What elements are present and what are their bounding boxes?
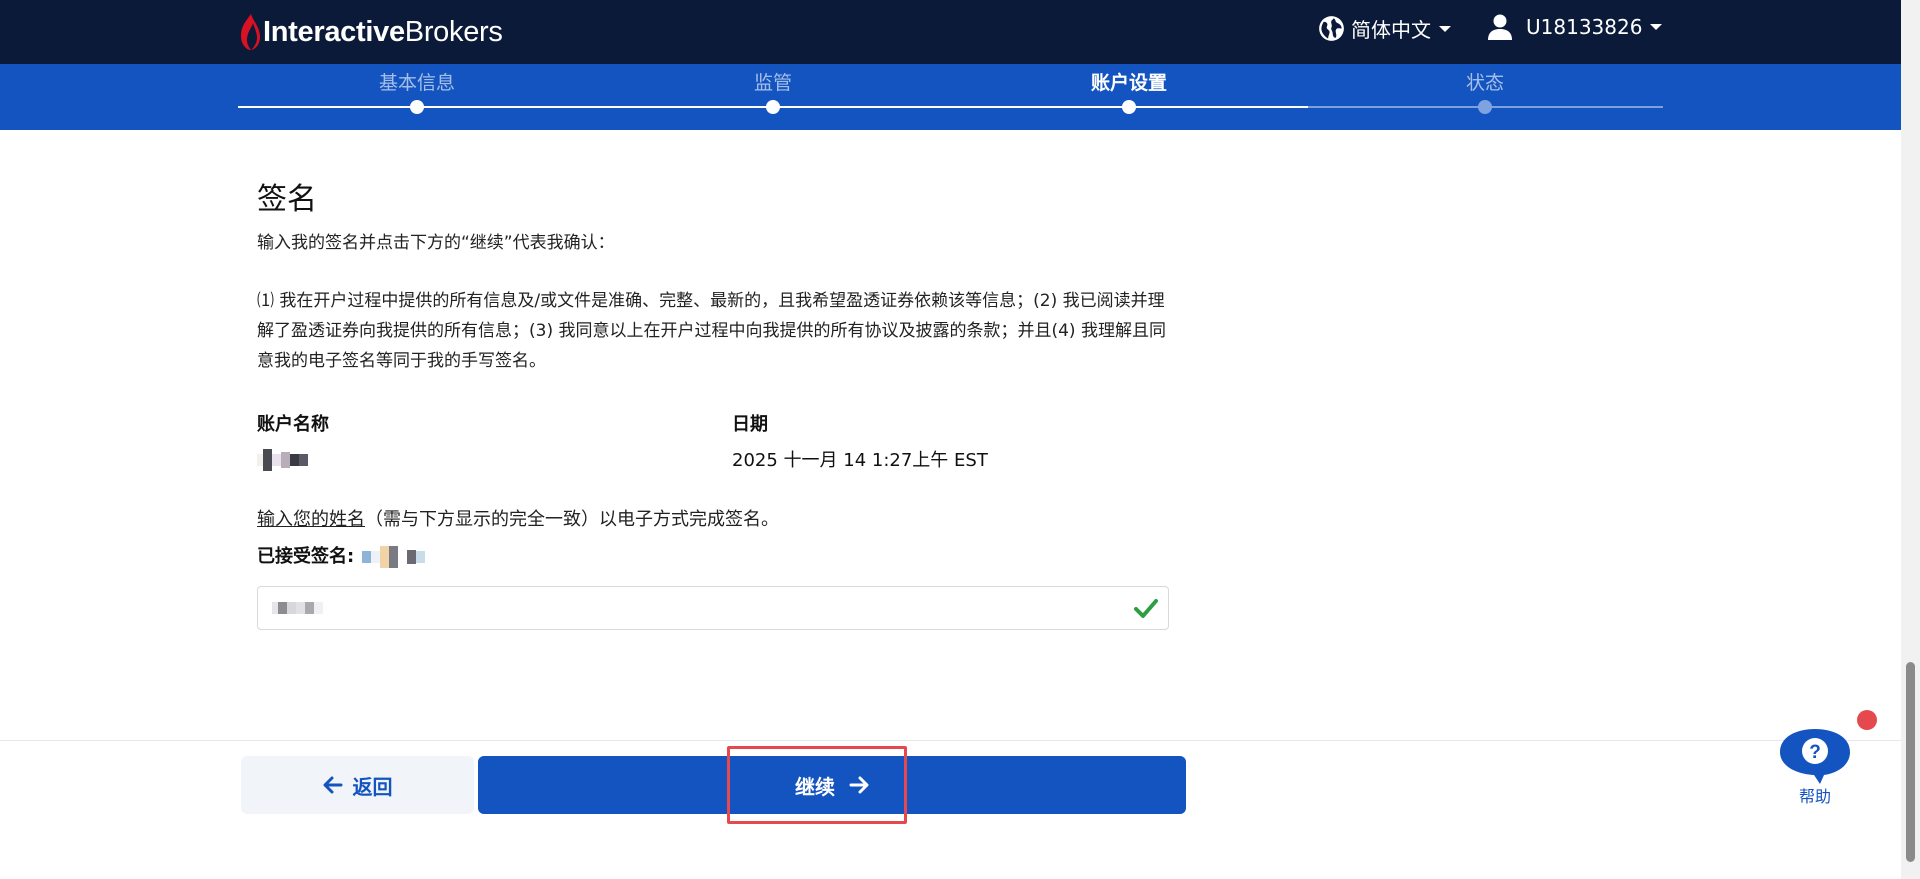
- help-widget[interactable]: ? 帮助: [1778, 727, 1852, 807]
- step-basic-info: 基本信息: [317, 64, 517, 114]
- back-label: 返回: [352, 774, 393, 799]
- chevron-down-icon: [1650, 24, 1663, 30]
- step-label: 账户设置: [1090, 72, 1167, 94]
- top-nav: InteractiveBrokers 简体中文 U18133826: [0, 0, 1901, 64]
- signature-input-value-redacted: [272, 596, 323, 620]
- step-label: 状态: [1465, 72, 1504, 94]
- step-dot: [1122, 100, 1136, 114]
- step-account-setup: 账户设置: [1029, 64, 1229, 114]
- page-title: 签名: [257, 182, 317, 217]
- step-label: 基本信息: [378, 72, 455, 94]
- accepted-signature-label: 已接受签名:: [257, 546, 355, 567]
- help-label: 帮助: [1798, 787, 1831, 806]
- svg-text:?: ?: [1809, 742, 1821, 763]
- logo-text-bold: Interactive: [263, 16, 405, 48]
- language-selector[interactable]: 简体中文: [1318, 14, 1451, 43]
- account-name-redacted: [257, 448, 308, 472]
- ib-logo[interactable]: InteractiveBrokers: [237, 12, 503, 52]
- step-dot: [410, 100, 424, 114]
- account-name-field: 账户名称: [257, 412, 329, 474]
- name-instruction: 输入您的姓名（需与下方显示的完全一致）以电子方式完成签名。: [257, 506, 1169, 534]
- enter-name-link[interactable]: 输入您的姓名: [257, 509, 365, 530]
- date-value: 2025 十一月 14 1:27上午 EST: [732, 450, 988, 471]
- step-status: 状态: [1385, 64, 1585, 114]
- check-icon: [1134, 599, 1158, 618]
- step-dot: [1478, 100, 1492, 114]
- date-field: 日期 2025 十一月 14 1:27上午 EST: [732, 412, 988, 474]
- scrollbar-thumb[interactable]: [1906, 662, 1915, 862]
- footer-divider: [0, 740, 1901, 741]
- arrow-left-icon: [323, 776, 342, 794]
- accepted-signature-redacted: [362, 545, 426, 569]
- date-label: 日期: [732, 414, 768, 435]
- notification-badge: [1857, 710, 1877, 730]
- step-label: 监管: [753, 72, 792, 94]
- continue-label: 继续: [795, 774, 835, 799]
- account-info: 账户名称 日期 2025 十一月 14 1:27上午 EST: [257, 412, 1169, 482]
- continue-button[interactable]: 继续: [478, 756, 1186, 814]
- signature-terms: ⑴ 我在开户过程中提供的所有信息及/或文件是准确、完整、最新的，且我希望盈透证券…: [257, 291, 1166, 371]
- back-button[interactable]: 返回: [241, 756, 474, 814]
- signature-input[interactable]: [257, 586, 1169, 630]
- user-id: U18133826: [1526, 15, 1643, 39]
- name-instruction-text: （需与下方显示的完全一致）以电子方式完成签名。: [365, 509, 779, 530]
- step-regulatory: 监管: [673, 64, 873, 114]
- logo-flame-icon: [241, 14, 260, 50]
- step-dot: [766, 100, 780, 114]
- logo-text-regular: Brokers: [404, 16, 503, 48]
- help-bubble-icon: ?: [1780, 729, 1850, 784]
- progress-stepper: 基本信息 监管 账户设置 状态: [0, 64, 1901, 130]
- signature-section: 签名 输入我的签名并点击下方的“继续”代表我确认： ⑴ 我在开户过程中提供的所有…: [257, 180, 1169, 630]
- arrow-right-icon: [849, 776, 869, 794]
- user-menu[interactable]: U18133826: [1488, 14, 1663, 40]
- accepted-signature: 已接受签名:: [257, 544, 1169, 570]
- chevron-down-icon: [1439, 25, 1451, 32]
- globe-icon: [1319, 16, 1344, 41]
- user-icon: [1488, 14, 1512, 40]
- account-name-label: 账户名称: [257, 414, 329, 435]
- signature-intro: 输入我的签名并点击下方的“继续”代表我确认：: [257, 233, 615, 253]
- language-label: 简体中文: [1351, 18, 1431, 42]
